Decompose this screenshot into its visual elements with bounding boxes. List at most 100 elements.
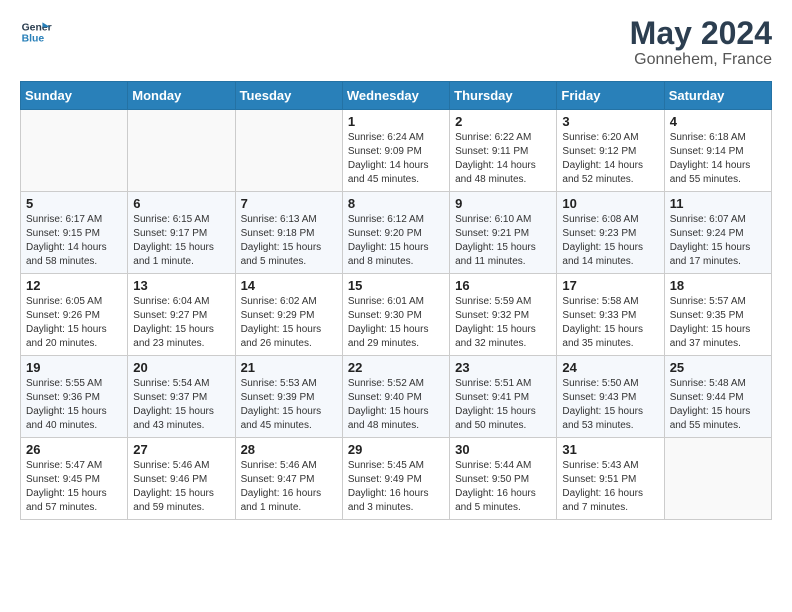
cell-info: Sunrise: 5:45 AMSunset: 9:49 PMDaylight:… bbox=[348, 459, 444, 515]
calendar-cell bbox=[21, 110, 128, 192]
day-number: 27 bbox=[133, 442, 229, 457]
day-number: 11 bbox=[670, 196, 766, 211]
calendar-cell: 29 Sunrise: 5:45 AMSunset: 9:49 PMDayligh… bbox=[342, 438, 449, 520]
day-number: 28 bbox=[241, 442, 337, 457]
cell-info: Sunrise: 5:46 AMSunset: 9:47 PMDaylight:… bbox=[241, 459, 337, 515]
day-number: 3 bbox=[562, 114, 658, 129]
calendar-table: Sunday Monday Tuesday Wednesday Thursday… bbox=[20, 81, 772, 520]
cell-info: Sunrise: 5:55 AMSunset: 9:36 PMDaylight:… bbox=[26, 377, 122, 433]
header-wednesday: Wednesday bbox=[342, 82, 449, 110]
cell-info: Sunrise: 6:08 AMSunset: 9:23 PMDaylight:… bbox=[562, 213, 658, 269]
calendar-week-0: 1Sunrise: 6:24 AMSunset: 9:09 PMDaylight… bbox=[21, 110, 772, 192]
calendar-cell: 7 Sunrise: 6:13 AMSunset: 9:18 PMDaylight… bbox=[235, 192, 342, 274]
cell-info: Sunrise: 6:20 AMSunset: 9:12 PMDaylight:… bbox=[562, 131, 658, 187]
day-number: 18 bbox=[670, 278, 766, 293]
title-block: May 2024 Gonnehem, France bbox=[630, 16, 772, 69]
calendar-cell: 22Sunrise: 5:52 AMSunset: 9:40 PMDayligh… bbox=[342, 356, 449, 438]
calendar-cell bbox=[128, 110, 235, 192]
calendar-week-2: 12 Sunrise: 6:05 AMSunset: 9:26 PMDayligh… bbox=[21, 274, 772, 356]
day-number: 25 bbox=[670, 360, 766, 375]
day-number: 17 bbox=[562, 278, 658, 293]
calendar-cell: 30Sunrise: 5:44 AMSunset: 9:50 PMDayligh… bbox=[450, 438, 557, 520]
cell-info: Sunrise: 5:58 AMSunset: 9:33 PMDaylight:… bbox=[562, 295, 658, 351]
header-thursday: Thursday bbox=[450, 82, 557, 110]
calendar-cell: 23Sunrise: 5:51 AMSunset: 9:41 PMDayligh… bbox=[450, 356, 557, 438]
cell-info: Sunrise: 6:04 AMSunset: 9:27 PMDaylight:… bbox=[133, 295, 229, 351]
calendar-cell: 26 Sunrise: 5:47 AMSunset: 9:45 PMDayligh… bbox=[21, 438, 128, 520]
cell-info: Sunrise: 6:12 AMSunset: 9:20 PMDaylight:… bbox=[348, 213, 444, 269]
calendar-cell: 17 Sunrise: 5:58 AMSunset: 9:33 PMDayligh… bbox=[557, 274, 664, 356]
cell-info: Sunrise: 6:22 AMSunset: 9:11 PMDaylight:… bbox=[455, 131, 551, 187]
cell-info: Sunrise: 5:46 AMSunset: 9:46 PMDaylight:… bbox=[133, 459, 229, 515]
calendar-week-4: 26 Sunrise: 5:47 AMSunset: 9:45 PMDayligh… bbox=[21, 438, 772, 520]
cell-info: Sunrise: 5:52 AMSunset: 9:40 PMDaylight:… bbox=[348, 377, 444, 433]
calendar-cell: 28 Sunrise: 5:46 AMSunset: 9:47 PMDayligh… bbox=[235, 438, 342, 520]
cell-info: Sunrise: 6:13 AMSunset: 9:18 PMDaylight:… bbox=[241, 213, 337, 269]
calendar-cell: 14 Sunrise: 6:02 AMSunset: 9:29 PMDayligh… bbox=[235, 274, 342, 356]
cell-info: Sunrise: 5:47 AMSunset: 9:45 PMDaylight:… bbox=[26, 459, 122, 515]
svg-text:General: General bbox=[22, 22, 52, 33]
day-number: 31 bbox=[562, 442, 658, 457]
day-number: 13 bbox=[133, 278, 229, 293]
cell-info: Sunrise: 5:50 AMSunset: 9:43 PMDaylight:… bbox=[562, 377, 658, 433]
calendar-cell: 9 Sunrise: 6:10 AMSunset: 9:21 PMDaylight… bbox=[450, 192, 557, 274]
day-number: 26 bbox=[26, 442, 122, 457]
cell-info: Sunrise: 6:05 AMSunset: 9:26 PMDaylight:… bbox=[26, 295, 122, 351]
calendar-cell bbox=[235, 110, 342, 192]
day-number: 9 bbox=[455, 196, 551, 211]
cell-info: Sunrise: 5:54 AMSunset: 9:37 PMDaylight:… bbox=[133, 377, 229, 433]
day-number: 14 bbox=[241, 278, 337, 293]
day-number: 12 bbox=[26, 278, 122, 293]
day-number: 23 bbox=[455, 360, 551, 375]
calendar-cell: 10 Sunrise: 6:08 AMSunset: 9:23 PMDayligh… bbox=[557, 192, 664, 274]
header-friday: Friday bbox=[557, 82, 664, 110]
cell-info: Sunrise: 6:07 AMSunset: 9:24 PMDaylight:… bbox=[670, 213, 766, 269]
calendar-week-1: 5Sunrise: 6:17 AMSunset: 9:15 PMDaylight… bbox=[21, 192, 772, 274]
day-number: 21 bbox=[241, 360, 337, 375]
month-title: May 2024 bbox=[630, 16, 772, 51]
calendar-cell: 24 Sunrise: 5:50 AMSunset: 9:43 PMDayligh… bbox=[557, 356, 664, 438]
calendar-cell: 18 Sunrise: 5:57 AMSunset: 9:35 PMDayligh… bbox=[664, 274, 771, 356]
calendar-page: General Blue May 2024 Gonnehem, France S… bbox=[0, 0, 792, 612]
day-number: 5 bbox=[26, 196, 122, 211]
calendar-week-3: 19Sunrise: 5:55 AMSunset: 9:36 PMDayligh… bbox=[21, 356, 772, 438]
header-saturday: Saturday bbox=[664, 82, 771, 110]
header-tuesday: Tuesday bbox=[235, 82, 342, 110]
calendar-cell: 20 Sunrise: 5:54 AMSunset: 9:37 PMDayligh… bbox=[128, 356, 235, 438]
calendar-cell: 5Sunrise: 6:17 AMSunset: 9:15 PMDaylight… bbox=[21, 192, 128, 274]
cell-info: Sunrise: 5:48 AMSunset: 9:44 PMDaylight:… bbox=[670, 377, 766, 433]
day-number: 7 bbox=[241, 196, 337, 211]
day-number: 16 bbox=[455, 278, 551, 293]
calendar-cell: 31 Sunrise: 5:43 AMSunset: 9:51 PMDayligh… bbox=[557, 438, 664, 520]
calendar-cell: 12 Sunrise: 6:05 AMSunset: 9:26 PMDayligh… bbox=[21, 274, 128, 356]
day-number: 20 bbox=[133, 360, 229, 375]
day-number: 24 bbox=[562, 360, 658, 375]
calendar-cell: 15 Sunrise: 6:01 AMSunset: 9:30 PMDayligh… bbox=[342, 274, 449, 356]
header: General Blue May 2024 Gonnehem, France bbox=[20, 16, 772, 69]
cell-info: Sunrise: 6:18 AMSunset: 9:14 PMDaylight:… bbox=[670, 131, 766, 187]
header-row: Sunday Monday Tuesday Wednesday Thursday… bbox=[21, 82, 772, 110]
cell-info: Sunrise: 5:53 AMSunset: 9:39 PMDaylight:… bbox=[241, 377, 337, 433]
calendar-cell: 13 Sunrise: 6:04 AMSunset: 9:27 PMDayligh… bbox=[128, 274, 235, 356]
cell-info: Sunrise: 5:43 AMSunset: 9:51 PMDaylight:… bbox=[562, 459, 658, 515]
day-number: 10 bbox=[562, 196, 658, 211]
calendar-cell bbox=[664, 438, 771, 520]
calendar-cell: 3 Sunrise: 6:20 AMSunset: 9:12 PMDaylight… bbox=[557, 110, 664, 192]
calendar-cell: 19Sunrise: 5:55 AMSunset: 9:36 PMDayligh… bbox=[21, 356, 128, 438]
cell-info: Sunrise: 5:59 AMSunset: 9:32 PMDaylight:… bbox=[455, 295, 551, 351]
logo: General Blue bbox=[20, 16, 52, 48]
cell-info: Sunrise: 6:01 AMSunset: 9:30 PMDaylight:… bbox=[348, 295, 444, 351]
header-sunday: Sunday bbox=[21, 82, 128, 110]
calendar-cell: 1Sunrise: 6:24 AMSunset: 9:09 PMDaylight… bbox=[342, 110, 449, 192]
day-number: 15 bbox=[348, 278, 444, 293]
cell-info: Sunrise: 6:02 AMSunset: 9:29 PMDaylight:… bbox=[241, 295, 337, 351]
cell-info: Sunrise: 6:10 AMSunset: 9:21 PMDaylight:… bbox=[455, 213, 551, 269]
svg-text:Blue: Blue bbox=[22, 34, 45, 45]
header-monday: Monday bbox=[128, 82, 235, 110]
logo-icon: General Blue bbox=[20, 16, 52, 48]
calendar-cell: 21 Sunrise: 5:53 AMSunset: 9:39 PMDayligh… bbox=[235, 356, 342, 438]
day-number: 29 bbox=[348, 442, 444, 457]
calendar-cell: 4Sunrise: 6:18 AMSunset: 9:14 PMDaylight… bbox=[664, 110, 771, 192]
calendar-cell: 11 Sunrise: 6:07 AMSunset: 9:24 PMDayligh… bbox=[664, 192, 771, 274]
cell-info: Sunrise: 5:57 AMSunset: 9:35 PMDaylight:… bbox=[670, 295, 766, 351]
